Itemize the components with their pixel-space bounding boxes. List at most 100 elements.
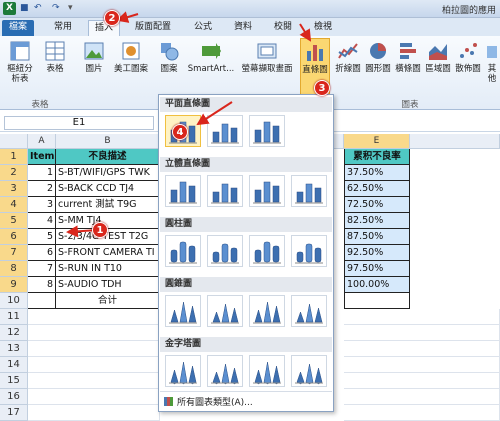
- cell-item[interactable]: 4: [28, 213, 56, 229]
- cell-total-label[interactable]: 合计: [56, 293, 160, 309]
- cell-defect[interactable]: current 測試 T9G: [56, 197, 160, 213]
- chart-option-3d-column-3[interactable]: [249, 175, 285, 207]
- pie-chart-button[interactable]: 圓形圖: [364, 40, 392, 74]
- cell-item[interactable]: 1: [28, 165, 56, 181]
- empty-cell[interactable]: [28, 373, 160, 389]
- row-header[interactable]: 9: [0, 277, 28, 293]
- cell-defect[interactable]: S-MM TJ4: [56, 213, 160, 229]
- cell-defect[interactable]: S-AUDIO TDH: [56, 277, 160, 293]
- chart-option-cylinder-2[interactable]: [207, 235, 243, 267]
- row-header[interactable]: 14: [0, 357, 28, 373]
- row-header[interactable]: 15: [0, 373, 28, 389]
- cell-header-defect[interactable]: 不良描述: [56, 149, 160, 165]
- line-chart-button[interactable]: 折線圖: [334, 40, 362, 74]
- chart-option-pyramid-3[interactable]: [249, 355, 285, 387]
- picture-button[interactable]: 圖片: [80, 40, 108, 74]
- cell-cum-rate[interactable]: 100.00%: [344, 277, 410, 293]
- chart-option-pyramid-2[interactable]: [207, 355, 243, 387]
- empty-cell[interactable]: [28, 357, 160, 373]
- row-header[interactable]: 13: [0, 341, 28, 357]
- chart-option-2d-column-2[interactable]: [207, 115, 243, 147]
- cell-cum-rate[interactable]: 37.50%: [344, 165, 410, 181]
- chart-option-cylinder-3[interactable]: [249, 235, 285, 267]
- empty-cell[interactable]: [344, 373, 500, 389]
- empty-cell[interactable]: [344, 325, 500, 341]
- cell-total-a[interactable]: [28, 293, 56, 309]
- chart-option-3d-column-1[interactable]: [165, 175, 201, 207]
- cell-item[interactable]: 7: [28, 261, 56, 277]
- undo-icon[interactable]: ↶: [34, 3, 45, 14]
- chart-option-cone-1[interactable]: [165, 295, 201, 327]
- shapes-button[interactable]: 圖案: [154, 40, 184, 74]
- redo-icon[interactable]: ↷: [52, 3, 63, 14]
- cell-cum-rate[interactable]: 72.50%: [344, 197, 410, 213]
- cell-cum-rate[interactable]: 92.50%: [344, 245, 410, 261]
- tab-file[interactable]: 檔案: [2, 20, 34, 36]
- chart-option-cone-3[interactable]: [249, 295, 285, 327]
- row-header[interactable]: 3: [0, 181, 28, 197]
- chart-option-cone-2[interactable]: [207, 295, 243, 327]
- empty-cell[interactable]: [28, 389, 160, 405]
- cell-item[interactable]: 2: [28, 181, 56, 197]
- save-icon[interactable]: ■: [20, 3, 31, 14]
- chart-option-3d-column-4[interactable]: [291, 175, 327, 207]
- row-header[interactable]: 16: [0, 389, 28, 405]
- cell-defect[interactable]: S-BT/WIFI/GPS TWK: [56, 165, 160, 181]
- tab-home[interactable]: 常用: [48, 20, 78, 36]
- row-header[interactable]: 11: [0, 309, 28, 325]
- chart-option-pyramid-4[interactable]: [291, 355, 327, 387]
- empty-cell[interactable]: [28, 341, 160, 357]
- tab-view[interactable]: 檢視: [308, 20, 338, 36]
- row-header[interactable]: 2: [0, 165, 28, 181]
- clip-art-button[interactable]: 美工圖案: [112, 40, 150, 74]
- cell-cum-rate[interactable]: 62.50%: [344, 181, 410, 197]
- column-header-d[interactable]: D: [334, 134, 344, 149]
- name-box[interactable]: E1: [4, 116, 154, 130]
- other-charts-button[interactable]: 其他: [484, 40, 500, 84]
- bar-chart-button[interactable]: 橫條圖: [394, 40, 422, 74]
- cell-header-cum-rate[interactable]: 累积不良率: [344, 149, 410, 165]
- cell-total-e[interactable]: [344, 293, 410, 309]
- cell-item[interactable]: 6: [28, 245, 56, 261]
- table-button[interactable]: 表格: [40, 40, 70, 74]
- chart-option-cylinder-1[interactable]: [165, 235, 201, 267]
- area-chart-button[interactable]: 區域圖: [424, 40, 452, 74]
- row-header[interactable]: 10: [0, 293, 28, 309]
- cell-defect[interactable]: S-FRONT CAMERA TI: [56, 245, 160, 261]
- tab-review[interactable]: 校閱: [268, 20, 298, 36]
- column-header-f[interactable]: [410, 134, 500, 149]
- row-header[interactable]: 12: [0, 325, 28, 341]
- tab-formulas[interactable]: 公式: [188, 20, 218, 36]
- cell-item[interactable]: 8: [28, 277, 56, 293]
- quick-access-dropdown-icon[interactable]: ▾: [68, 3, 79, 14]
- all-chart-types-link[interactable]: 所有圖表類型(A)...: [164, 395, 253, 408]
- row-header[interactable]: 1: [0, 149, 28, 165]
- chart-option-cylinder-4[interactable]: [291, 235, 327, 267]
- tab-data[interactable]: 資料: [228, 20, 258, 36]
- smartart-button[interactable]: SmartArt...: [186, 40, 236, 74]
- column-header-a[interactable]: A: [28, 134, 56, 149]
- pivot-table-button[interactable]: 樞紐分析表: [4, 40, 36, 84]
- screenshot-button[interactable]: 螢幕擷取畫面: [238, 40, 296, 74]
- cell-header-item[interactable]: Item: [28, 149, 56, 165]
- row-header[interactable]: 8: [0, 261, 28, 277]
- empty-cell[interactable]: [344, 357, 500, 373]
- cell-defect[interactable]: S-BACK CCD TJ4: [56, 181, 160, 197]
- empty-cell[interactable]: [28, 309, 160, 325]
- cell-cum-rate[interactable]: 97.50%: [344, 261, 410, 277]
- cell-item[interactable]: 3: [28, 197, 56, 213]
- chart-option-pyramid-1[interactable]: [165, 355, 201, 387]
- row-header[interactable]: 4: [0, 197, 28, 213]
- cell-defect[interactable]: S-2/3/4G TEST T2G: [56, 229, 160, 245]
- tab-page-layout[interactable]: 版面配置: [130, 20, 176, 36]
- empty-cell[interactable]: [28, 325, 160, 341]
- empty-cell[interactable]: [344, 389, 500, 405]
- column-header-e[interactable]: E: [344, 134, 410, 149]
- cell-item[interactable]: 5: [28, 229, 56, 245]
- column-header-b[interactable]: B: [56, 134, 160, 149]
- chart-option-2d-column-3[interactable]: [249, 115, 285, 147]
- empty-cell[interactable]: [344, 309, 500, 325]
- row-header[interactable]: 7: [0, 245, 28, 261]
- row-header[interactable]: 5: [0, 213, 28, 229]
- row-header[interactable]: 6: [0, 229, 28, 245]
